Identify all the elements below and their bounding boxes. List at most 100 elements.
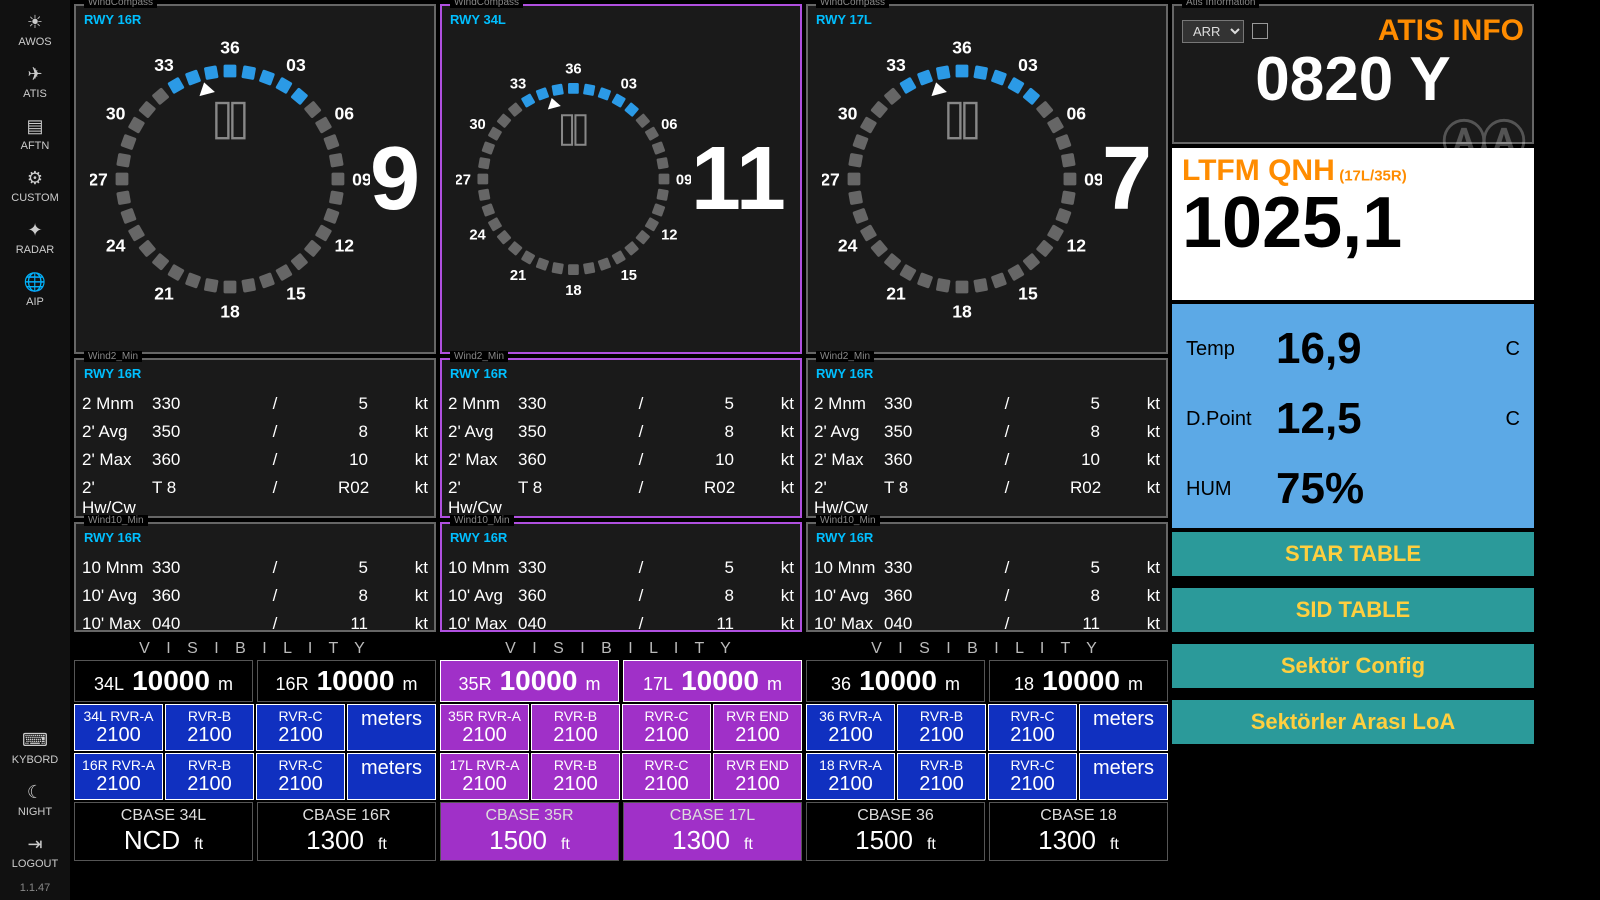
environment-panel: Temp16,9CD.Point12,5CHUM75%: [1172, 304, 1534, 528]
rvr-cell: RVR-B2100: [165, 753, 254, 800]
wind-speed: 11: [691, 128, 786, 231]
svg-text:33: 33: [154, 55, 174, 75]
qnh-value: 1025,1: [1182, 182, 1524, 264]
svg-text:30: 30: [838, 103, 858, 123]
rvr-cell: 36 RVR-A2100: [806, 704, 895, 751]
rvr-cell: meters: [1079, 704, 1168, 751]
env-row: HUM75%: [1186, 454, 1520, 524]
svg-text:15: 15: [286, 284, 306, 304]
wind-row: 2' Max360/10kt: [448, 446, 794, 474]
wind-compass-2: WindCompass RWY 17L 36030609121518212427…: [806, 4, 1168, 354]
rvr-cell: RVR-C2100: [622, 704, 711, 751]
version-label: 1.1.47: [20, 878, 51, 900]
nav-button[interactable]: Sektör Config: [1172, 644, 1534, 688]
sidebar-kybord[interactable]: ⌨KYBORD: [12, 722, 58, 774]
atis-info-label: ATIS INFO: [1276, 14, 1524, 48]
svg-text:09: 09: [1084, 169, 1102, 189]
visibility-section: V I S I B I L I T Y 34L10000m16R10000m 3…: [74, 636, 1168, 816]
nav-button[interactable]: STAR TABLE: [1172, 532, 1534, 576]
kybord-icon: ⌨: [22, 730, 48, 751]
wind-compass-0: WindCompass RWY 16R 36030609121518212427…: [74, 4, 436, 354]
sidebar-atis[interactable]: ✈ATIS: [11, 56, 58, 108]
atis-checkbox[interactable]: [1252, 23, 1268, 39]
svg-text:06: 06: [1066, 103, 1086, 123]
svg-text:18: 18: [220, 301, 240, 321]
rvr-cell: RVR-B2100: [165, 704, 254, 751]
aftn-icon: ▤: [26, 116, 43, 137]
svg-text:03: 03: [621, 76, 637, 92]
rvr-cell: RVR-B2100: [531, 704, 620, 751]
wind-speed: 9: [370, 128, 420, 231]
env-row: Temp16,9C: [1186, 314, 1520, 384]
sidebar-logout[interactable]: ⇥LOGOUT: [12, 826, 58, 878]
nav-button[interactable]: Sektörler Arası LoA: [1172, 700, 1534, 744]
svg-text:06: 06: [661, 117, 677, 133]
svg-text:03: 03: [286, 55, 306, 75]
wind-row: 10' Max040/11kt: [82, 610, 428, 638]
svg-text:12: 12: [661, 228, 677, 244]
wind-row: 2' Avg350/8kt: [814, 418, 1160, 446]
svg-text:15: 15: [621, 268, 637, 284]
env-row: D.Point12,5C: [1186, 384, 1520, 454]
sidebar-night[interactable]: ☾NIGHT: [12, 774, 58, 826]
atis-type-select[interactable]: ARR: [1182, 20, 1244, 43]
atis-panel-title: Atis Information: [1182, 0, 1259, 8]
wind-row: 10 Mnm330/5kt: [448, 554, 794, 582]
wind-row: 10 Mnm330/5kt: [82, 554, 428, 582]
sidebar-custom[interactable]: ⚙CUSTOM: [11, 160, 58, 212]
rvr-cell: RVR-B2100: [897, 704, 986, 751]
atis-value: 0820 Y: [1182, 44, 1524, 115]
rvr-cell: 16R RVR-A2100: [74, 753, 163, 800]
wind2-panel-2: Wind2_MinRWY 16R2 Mnm330/5kt2' Avg350/8k…: [806, 358, 1168, 518]
rvr-cell: meters: [347, 704, 436, 751]
svg-text:21: 21: [510, 268, 526, 284]
svg-text:36: 36: [565, 62, 581, 78]
sidebar: ☀AWOS✈ATIS▤AFTN⚙CUSTOM✦RADAR🌐AIP ⌨KYBORD…: [0, 0, 70, 900]
svg-text:24: 24: [838, 235, 858, 255]
atis-panel: Atis Information ARR ATIS INFO 0820 Y ⒶⒶ: [1172, 4, 1534, 144]
awos-icon: ☀: [27, 12, 43, 33]
rvr-cell: RVR-C2100: [622, 753, 711, 800]
visibility-column: V I S I B I L I T Y 35R10000m17L10000m 3…: [440, 636, 802, 861]
svg-text:09: 09: [676, 172, 691, 188]
svg-text:33: 33: [886, 55, 906, 75]
wind10-panel-1: Wind10_MinRWY 16R10 Mnm330/5kt10' Avg360…: [440, 522, 802, 632]
wind-speed: 7: [1102, 128, 1152, 231]
wind-row: 2' Max360/10kt: [814, 446, 1160, 474]
svg-text:21: 21: [886, 284, 906, 304]
sidebar-radar[interactable]: ✦RADAR: [11, 212, 58, 264]
radar-icon: ✦: [27, 220, 42, 241]
atis-icon: ✈: [27, 64, 42, 85]
wind-row: 10' Avg360/8kt: [448, 582, 794, 610]
rvr-cell: meters: [1079, 753, 1168, 800]
svg-text:18: 18: [952, 301, 972, 321]
sidebar-awos[interactable]: ☀AWOS: [11, 4, 58, 56]
nav-button[interactable]: SID TABLE: [1172, 588, 1534, 632]
wind-row: 2 Mnm330/5kt: [814, 390, 1160, 418]
wind-row: 2 Mnm330/5kt: [82, 390, 428, 418]
rvr-cell: RVR-C2100: [256, 753, 345, 800]
wind-row: 10' Avg360/8kt: [814, 582, 1160, 610]
svg-text:27: 27: [822, 169, 840, 189]
rvr-cell: meters: [347, 753, 436, 800]
wind-row: 2' Avg350/8kt: [82, 418, 428, 446]
rvr-cell: RVR END2100: [713, 753, 802, 800]
svg-text:24: 24: [469, 228, 486, 244]
wind10-panel-2: Wind10_MinRWY 16R10 Mnm330/5kt10' Avg360…: [806, 522, 1168, 632]
night-icon: ☾: [27, 782, 43, 803]
rvr-cell: 17L RVR-A2100: [440, 753, 529, 800]
logout-icon: ⇥: [27, 834, 42, 855]
svg-text:03: 03: [1018, 55, 1038, 75]
aip-icon: 🌐: [24, 272, 46, 293]
rvr-cell: RVR-B2100: [531, 753, 620, 800]
svg-text:12: 12: [334, 235, 354, 255]
svg-text:27: 27: [456, 172, 471, 188]
rvr-cell: RVR-C2100: [988, 704, 1077, 751]
sidebar-aftn[interactable]: ▤AFTN: [11, 108, 58, 160]
sidebar-aip[interactable]: 🌐AIP: [11, 264, 58, 316]
svg-text:27: 27: [90, 169, 108, 189]
rvr-cell: RVR END2100: [713, 704, 802, 751]
svg-text:06: 06: [334, 103, 354, 123]
svg-text:12: 12: [1066, 235, 1086, 255]
wind2-panel-0: Wind2_MinRWY 16R2 Mnm330/5kt2' Avg350/8k…: [74, 358, 436, 518]
